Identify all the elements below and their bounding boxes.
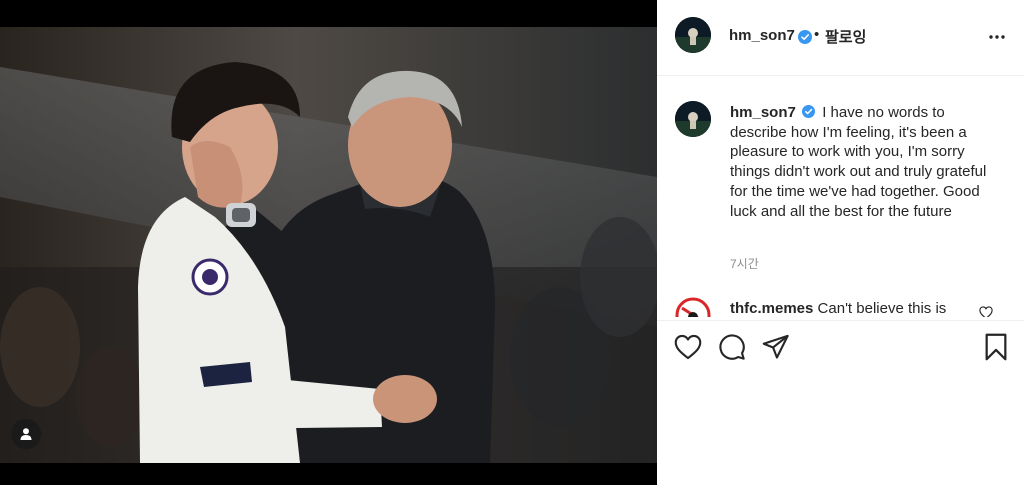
more-options-icon[interactable] bbox=[988, 28, 1006, 46]
post-details-panel: hm_son7 • 팔로잉 hm_son7 I have no words to… bbox=[657, 0, 1024, 485]
share-icon[interactable] bbox=[762, 334, 790, 360]
author-username[interactable]: hm_son7 bbox=[729, 27, 795, 44]
user-tag-icon bbox=[20, 428, 32, 440]
post-media bbox=[0, 0, 657, 485]
heart-icon[interactable] bbox=[674, 334, 702, 360]
verified-badge-icon bbox=[798, 30, 812, 44]
commenter-username[interactable]: thfc.memes bbox=[730, 300, 813, 317]
comment-icon[interactable] bbox=[718, 333, 746, 361]
verified-badge-icon bbox=[802, 105, 816, 118]
action-bar bbox=[657, 320, 1024, 485]
post-header: hm_son7 • 팔로잉 bbox=[657, 0, 1024, 76]
small-heart-icon[interactable] bbox=[979, 306, 993, 317]
following-button[interactable]: 팔로잉 bbox=[825, 26, 866, 47]
comment-text: Can't believe this is bbox=[817, 300, 947, 317]
user-tag-button[interactable] bbox=[11, 419, 41, 449]
bookmark-icon[interactable] bbox=[984, 333, 1008, 361]
caption-username[interactable]: hm_son7 bbox=[730, 104, 796, 121]
caption-author-avatar[interactable] bbox=[675, 101, 711, 137]
post-caption: hm_son7 I have no words to describe how … bbox=[730, 103, 1002, 221]
caption-text: I have no words to describe how I'm feel… bbox=[730, 104, 987, 220]
follow-separator: • bbox=[814, 26, 820, 43]
comments-section[interactable]: hm_son7 I have no words to describe how … bbox=[657, 77, 1024, 317]
comment-item: thfc.memes Can't believe this is bbox=[730, 300, 946, 317]
post-timestamp[interactable]: 7시간 bbox=[730, 255, 759, 272]
author-avatar[interactable] bbox=[675, 17, 711, 53]
commenter-avatar[interactable] bbox=[675, 297, 711, 317]
post-photo[interactable] bbox=[0, 27, 657, 463]
